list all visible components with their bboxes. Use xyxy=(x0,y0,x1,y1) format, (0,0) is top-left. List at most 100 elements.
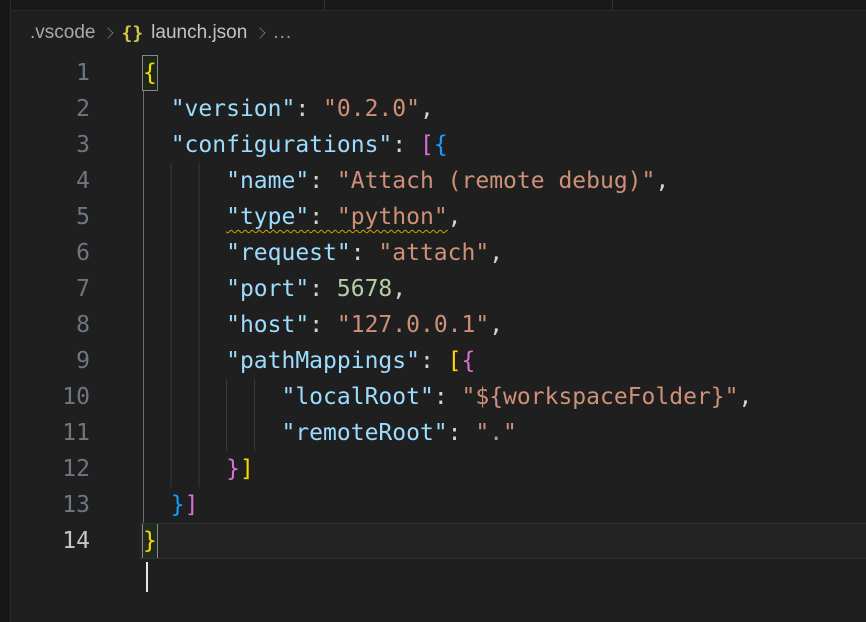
indent-guides xyxy=(143,235,200,271)
line-number[interactable]: 6 xyxy=(11,235,106,271)
code-text[interactable]: "configurations": [{ xyxy=(106,127,866,163)
indent-guides xyxy=(143,343,200,379)
code-text[interactable]: "remoteRoot": "." xyxy=(106,415,866,451)
code-text[interactable]: "request": "attach", xyxy=(106,235,866,271)
code-lines: 1{2 "version": "0.2.0",3 "configurations… xyxy=(11,55,866,559)
code-token: "0.2.0" xyxy=(323,96,420,122)
code-token: : xyxy=(351,240,379,266)
code-token: "pathMappings" xyxy=(226,348,420,374)
code-token: { xyxy=(434,132,448,158)
line-number[interactable]: 12 xyxy=(11,451,106,487)
code-token: "${workspaceFolder}" xyxy=(462,384,739,410)
code-token: : xyxy=(309,168,337,194)
code-token: { xyxy=(462,348,476,374)
line-number[interactable]: 13 xyxy=(11,487,106,523)
indent-guides xyxy=(143,307,200,343)
line-number[interactable]: 7 xyxy=(11,271,106,307)
code-text[interactable]: }] xyxy=(106,451,866,487)
code-text[interactable]: } xyxy=(106,523,866,559)
breadcrumb-item-folder[interactable]: .vscode xyxy=(30,22,95,44)
code-text[interactable]: "host": "127.0.0.1", xyxy=(106,307,866,343)
code-line[interactable]: 1{ xyxy=(11,55,866,91)
code-line[interactable]: 5 "type": "python", xyxy=(11,199,866,235)
code-line[interactable]: 11 "remoteRoot": "." xyxy=(11,415,866,451)
code-token: "remoteRoot" xyxy=(281,420,447,446)
code-token: "host" xyxy=(226,312,309,338)
code-token xyxy=(143,492,171,518)
code-line[interactable]: 7 "port": 5678, xyxy=(11,271,866,307)
code-token: : xyxy=(295,96,323,122)
code-token: : xyxy=(309,276,337,302)
tab-divider xyxy=(612,0,613,10)
code-text[interactable]: { xyxy=(106,55,866,91)
code-line[interactable]: 10 "localRoot": "${workspaceFolder}", xyxy=(11,379,866,415)
code-line[interactable]: 2 "version": "0.2.0", xyxy=(11,91,866,127)
line-number[interactable]: 1 xyxy=(11,55,106,91)
line-number[interactable]: 14 xyxy=(11,523,106,559)
line-number[interactable]: 4 xyxy=(11,163,106,199)
code-token: [ xyxy=(420,132,434,158)
code-token: : xyxy=(434,384,462,410)
line-number[interactable]: 3 xyxy=(11,127,106,163)
line-number[interactable]: 2 xyxy=(11,91,106,127)
chevron-right-icon xyxy=(255,27,266,38)
code-token: "type" xyxy=(226,204,309,230)
line-number[interactable]: 8 xyxy=(11,307,106,343)
code-text[interactable]: "pathMappings": [{ xyxy=(106,343,866,379)
active-indent-guide xyxy=(143,91,144,127)
code-text[interactable]: "type": "python", xyxy=(106,199,866,235)
line-number[interactable]: 10 xyxy=(11,379,106,415)
code-token: , xyxy=(489,312,503,338)
code-editor[interactable]: 1{2 "version": "0.2.0",3 "configurations… xyxy=(11,55,866,559)
code-line[interactable]: 4 "name": "Attach (remote debug)", xyxy=(11,163,866,199)
code-text[interactable]: "name": "Attach (remote debug)", xyxy=(106,163,866,199)
code-text[interactable]: }] xyxy=(106,487,866,523)
warning-squiggle: "type": "python" xyxy=(226,204,448,230)
code-line[interactable]: 12 }] xyxy=(11,451,866,487)
code-token: , xyxy=(420,96,434,122)
code-token: [ xyxy=(448,348,462,374)
code-token: , xyxy=(448,204,462,230)
code-line[interactable]: 3 "configurations": [{ xyxy=(11,127,866,163)
code-line[interactable]: 8 "host": "127.0.0.1", xyxy=(11,307,866,343)
code-token: : xyxy=(420,348,448,374)
code-text[interactable]: "version": "0.2.0", xyxy=(106,91,866,127)
active-indent-guide xyxy=(143,343,144,379)
code-token xyxy=(143,132,171,158)
active-indent-guide xyxy=(143,127,144,163)
active-indent-guide xyxy=(143,379,144,415)
line-number[interactable]: 11 xyxy=(11,415,106,451)
line-number[interactable]: 5 xyxy=(11,199,106,235)
code-line[interactable]: 14} xyxy=(11,523,866,559)
line-number[interactable]: 9 xyxy=(11,343,106,379)
indent-guides xyxy=(143,451,200,487)
code-token: , xyxy=(738,384,752,410)
active-indent-guide xyxy=(143,271,144,307)
tab-divider xyxy=(324,0,325,10)
code-token: ] xyxy=(240,456,254,482)
breadcrumb-item-file[interactable]: launch.json xyxy=(151,22,247,44)
code-token: } xyxy=(171,492,185,518)
code-token: "port" xyxy=(226,276,309,302)
text-cursor xyxy=(146,562,148,592)
code-line[interactable]: 9 "pathMappings": [{ xyxy=(11,343,866,379)
active-indent-guide xyxy=(143,307,144,343)
breadcrumb-item-symbol[interactable]: ... xyxy=(273,22,292,44)
indent-guides xyxy=(143,415,256,451)
code-token: "Attach (remote debug)" xyxy=(337,168,656,194)
code-token: : xyxy=(309,312,337,338)
active-indent-guide xyxy=(143,451,144,487)
code-text[interactable]: "localRoot": "${workspaceFolder}", xyxy=(106,379,866,415)
indent-guides xyxy=(143,199,200,235)
code-token: "localRoot" xyxy=(281,384,433,410)
current-line-highlight xyxy=(139,523,866,559)
code-text[interactable]: "port": 5678, xyxy=(106,271,866,307)
code-token: , xyxy=(489,240,503,266)
code-line[interactable]: 6 "request": "attach", xyxy=(11,235,866,271)
bracket-match-highlight: { xyxy=(143,56,157,90)
editor-group: .vscode {} launch.json ... 1{2 "version"… xyxy=(11,0,866,622)
code-token: : xyxy=(392,132,420,158)
code-token: : xyxy=(448,420,476,446)
code-line[interactable]: 13 }] xyxy=(11,487,866,523)
active-indent-guide xyxy=(143,199,144,235)
